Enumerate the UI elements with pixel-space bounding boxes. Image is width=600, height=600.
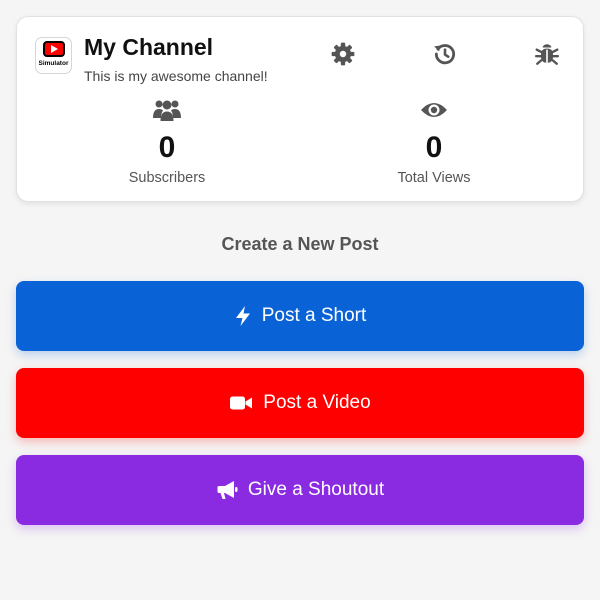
- channel-description: This is my awesome channel!: [84, 68, 268, 84]
- settings-button[interactable]: [330, 41, 356, 67]
- views-label: Total Views: [397, 170, 471, 186]
- history-button[interactable]: [432, 41, 458, 67]
- subscribers-label: Subscribers: [128, 170, 206, 186]
- views-stat: 0 Total Views: [334, 97, 534, 186]
- debug-button[interactable]: [534, 41, 560, 67]
- post-video-label: Post a Video: [263, 392, 371, 413]
- video-camera-icon: [230, 396, 253, 410]
- megaphone-icon: [217, 481, 238, 499]
- bolt-icon: [235, 306, 250, 326]
- subscriber-count: 0: [158, 131, 176, 164]
- give-shoutout-label: Give a Shoutout: [247, 479, 385, 500]
- history-icon: [434, 44, 456, 65]
- post-short-button[interactable]: Post a Short: [16, 281, 584, 351]
- create-post-title: Create a New Post: [221, 234, 379, 254]
- gear-icon: [331, 42, 355, 66]
- eye-icon: [334, 97, 534, 123]
- logo-text: Simulator: [38, 60, 69, 67]
- channel-name: My Channel: [84, 34, 214, 60]
- post-short-label: Post a Short: [261, 305, 367, 326]
- bug-icon: [534, 44, 560, 65]
- channel-card: Simulator My Channel This is my awesome …: [16, 16, 584, 202]
- views-count: 0: [425, 131, 443, 164]
- give-shoutout-button[interactable]: Give a Shoutout: [16, 455, 584, 525]
- channel-logo: Simulator: [35, 37, 72, 74]
- post-video-button[interactable]: Post a Video: [16, 368, 584, 438]
- subscribers-stat: 0 Subscribers: [67, 97, 267, 186]
- youtube-play-icon: [43, 41, 65, 57]
- users-icon: [67, 97, 267, 123]
